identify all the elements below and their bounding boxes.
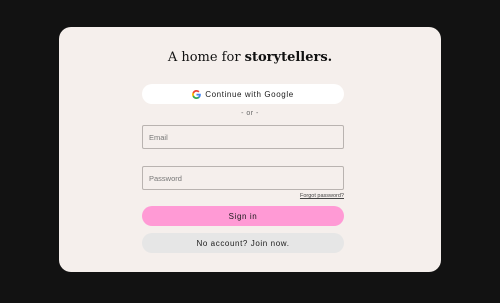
headline-prefix: A home for: [167, 50, 245, 65]
email-field[interactable]: [142, 125, 344, 149]
join-label: No account? Join now.: [196, 238, 290, 248]
google-button-label: Continue with Google: [205, 89, 294, 99]
sign-in-label: Sign in: [228, 211, 258, 221]
continue-with-google-button[interactable]: Continue with Google: [142, 84, 344, 104]
page-title: A home for storytellers.: [59, 50, 441, 65]
password-field[interactable]: [142, 166, 344, 190]
forgot-password-link[interactable]: Forgot password?: [300, 193, 344, 199]
join-now-button[interactable]: No account? Join now.: [142, 233, 344, 253]
sign-in-button[interactable]: Sign in: [142, 206, 344, 226]
login-card: A home for storytellers. Continue with G…: [59, 27, 441, 272]
headline-emphasis: storytellers.: [244, 50, 333, 65]
or-divider: - or -: [241, 110, 259, 117]
google-g-icon: [192, 89, 202, 99]
